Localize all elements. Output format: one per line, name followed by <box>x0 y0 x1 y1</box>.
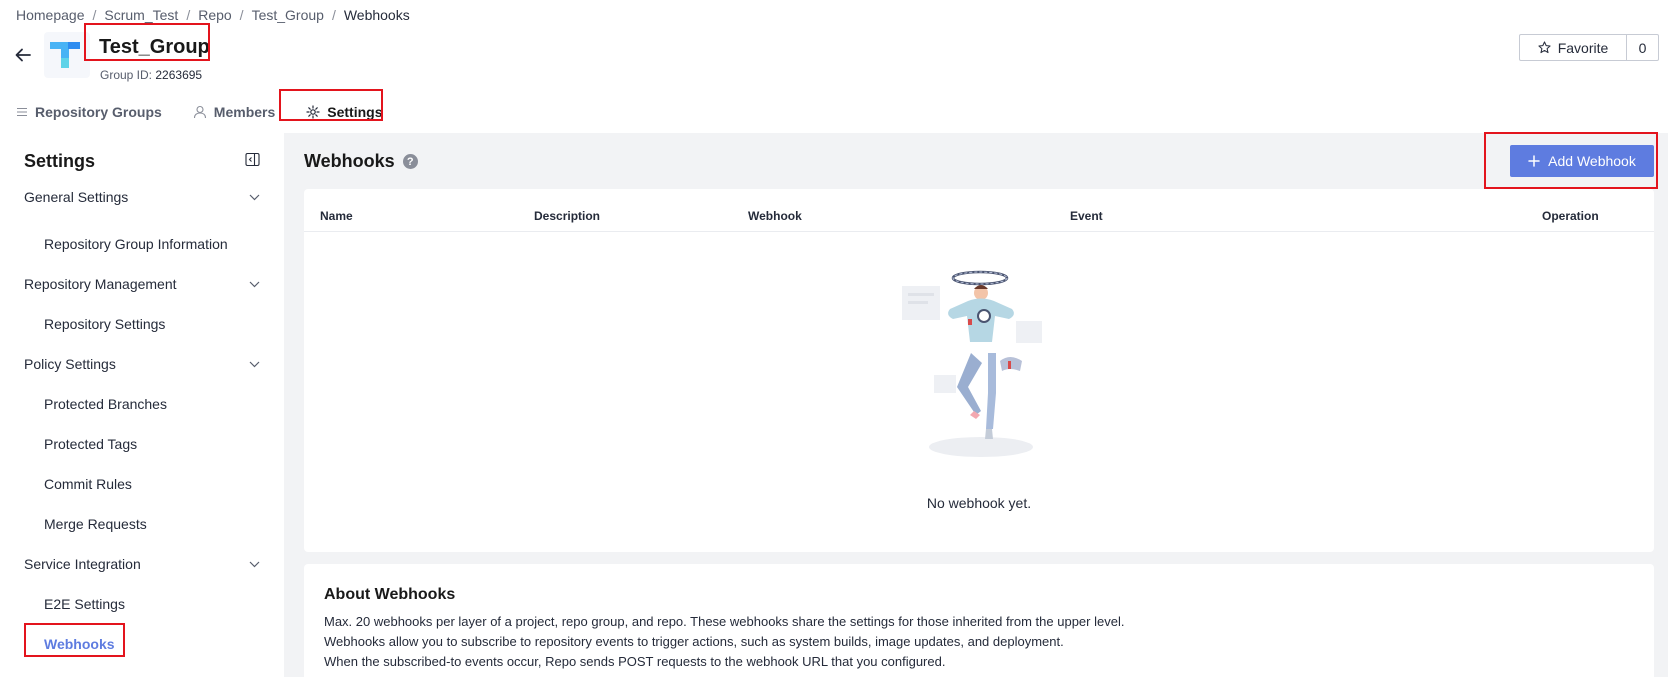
favorite-button[interactable]: Favorite <box>1519 34 1627 61</box>
star-icon <box>1538 41 1551 54</box>
sidebar-group-service-integration[interactable]: Service Integration <box>24 554 260 574</box>
empty-state-illustration <box>902 270 1042 457</box>
page-title: Webhooks ? <box>304 151 418 172</box>
sidebar-group-label: General Settings <box>24 189 129 205</box>
column-header-description: Description <box>534 209 601 223</box>
breadcrumb: Homepage / Scrum_Test / Repo / Test_Group / Webh… <box>16 7 410 23</box>
about-line: Webhooks allow you to subscribe to repos… <box>324 634 1064 649</box>
breadcrumb-test-group[interactable]: Test_Group <box>252 7 324 23</box>
user-icon <box>193 105 206 119</box>
help-icon[interactable]: ? <box>402 154 418 169</box>
chevron-down-icon <box>249 561 260 567</box>
tab-repository-groups[interactable]: Repository Groups <box>16 95 162 129</box>
sidebar-title: Settings <box>24 151 96 171</box>
group-id: Group ID: 2263695 <box>100 68 202 82</box>
favorite-count: 0 <box>1627 34 1659 61</box>
breadcrumb-repo[interactable]: Repo <box>198 7 231 23</box>
header-divider <box>304 231 1654 232</box>
list-icon <box>17 107 27 117</box>
breadcrumb-scrum-test[interactable]: Scrum_Test <box>104 7 178 23</box>
back-arrow-icon[interactable] <box>14 46 32 64</box>
chevron-down-icon <box>249 281 260 287</box>
tab-members[interactable]: Members <box>193 95 275 129</box>
favorite-group: Favorite 0 <box>1519 34 1659 61</box>
group-title: Test_Group <box>99 36 210 58</box>
sidebar-group-label: Repository Management <box>24 276 177 292</box>
sidebar-group-label: Service Integration <box>24 556 141 572</box>
sidebar-item-commit-rules[interactable]: Commit Rules <box>44 474 132 494</box>
column-header-name: Name <box>320 209 353 223</box>
webhooks-table: Name Description Webhook Event Operation… <box>304 189 1654 552</box>
plus-icon <box>1528 155 1540 167</box>
gear-icon <box>306 105 320 119</box>
column-header-event: Event <box>1070 209 1103 223</box>
about-line: When the subscribed-to events occur, Rep… <box>324 654 946 669</box>
group-logo <box>44 32 90 78</box>
breadcrumb-homepage[interactable]: Homepage <box>16 7 85 23</box>
sidebar-item-repository-settings[interactable]: Repository Settings <box>44 314 165 334</box>
chevron-down-icon <box>249 361 260 367</box>
sidebar-item-e2e-settings[interactable]: E2E Settings <box>44 594 125 614</box>
sidebar-group-label: Policy Settings <box>24 356 116 372</box>
tab-bar: Repository Groups Members Settings <box>16 95 414 129</box>
sidebar-item-webhooks[interactable]: Webhooks <box>44 634 115 654</box>
tab-settings[interactable]: Settings <box>306 95 383 129</box>
about-webhooks: About Webhooks Max. 20 webhooks per laye… <box>304 564 1654 677</box>
sidebar-item-protected-branches[interactable]: Protected Branches <box>44 394 167 414</box>
sidebar-item-merge-requests[interactable]: Merge Requests <box>44 514 147 534</box>
tab-settings-label: Settings <box>327 104 383 120</box>
sidebar-item-protected-tags[interactable]: Protected Tags <box>44 434 137 454</box>
sidebar-item-repository-group-information[interactable]: Repository Group Information <box>44 234 228 254</box>
breadcrumb-webhooks: Webhooks <box>343 7 410 23</box>
add-webhook-button[interactable]: Add Webhook <box>1510 145 1654 177</box>
column-header-operation: Operation <box>1542 209 1599 223</box>
group-logo-icon <box>50 42 80 68</box>
sidebar-group-general-settings[interactable]: General Settings <box>24 187 260 207</box>
group-id-value: 2263695 <box>155 68 203 82</box>
about-title: About Webhooks <box>324 586 456 603</box>
tab-members-label: Members <box>213 104 276 120</box>
sidebar-group-repository-management[interactable]: Repository Management <box>24 274 260 294</box>
column-header-webhook: Webhook <box>748 209 802 223</box>
about-line: Max. 20 webhooks per layer of a project,… <box>324 614 1125 629</box>
empty-state-text: No webhook yet. <box>926 495 1032 511</box>
tab-repository-groups-label: Repository Groups <box>35 104 162 120</box>
add-webhook-label: Add Webhook <box>1548 153 1636 169</box>
group-id-label: Group ID: <box>100 68 153 82</box>
chevron-down-icon <box>249 194 260 200</box>
page-title-text: Webhooks <box>304 151 395 171</box>
sidebar-group-policy-settings[interactable]: Policy Settings <box>24 354 260 374</box>
favorite-label: Favorite <box>1557 39 1609 56</box>
collapse-sidebar-icon[interactable] <box>245 152 260 167</box>
